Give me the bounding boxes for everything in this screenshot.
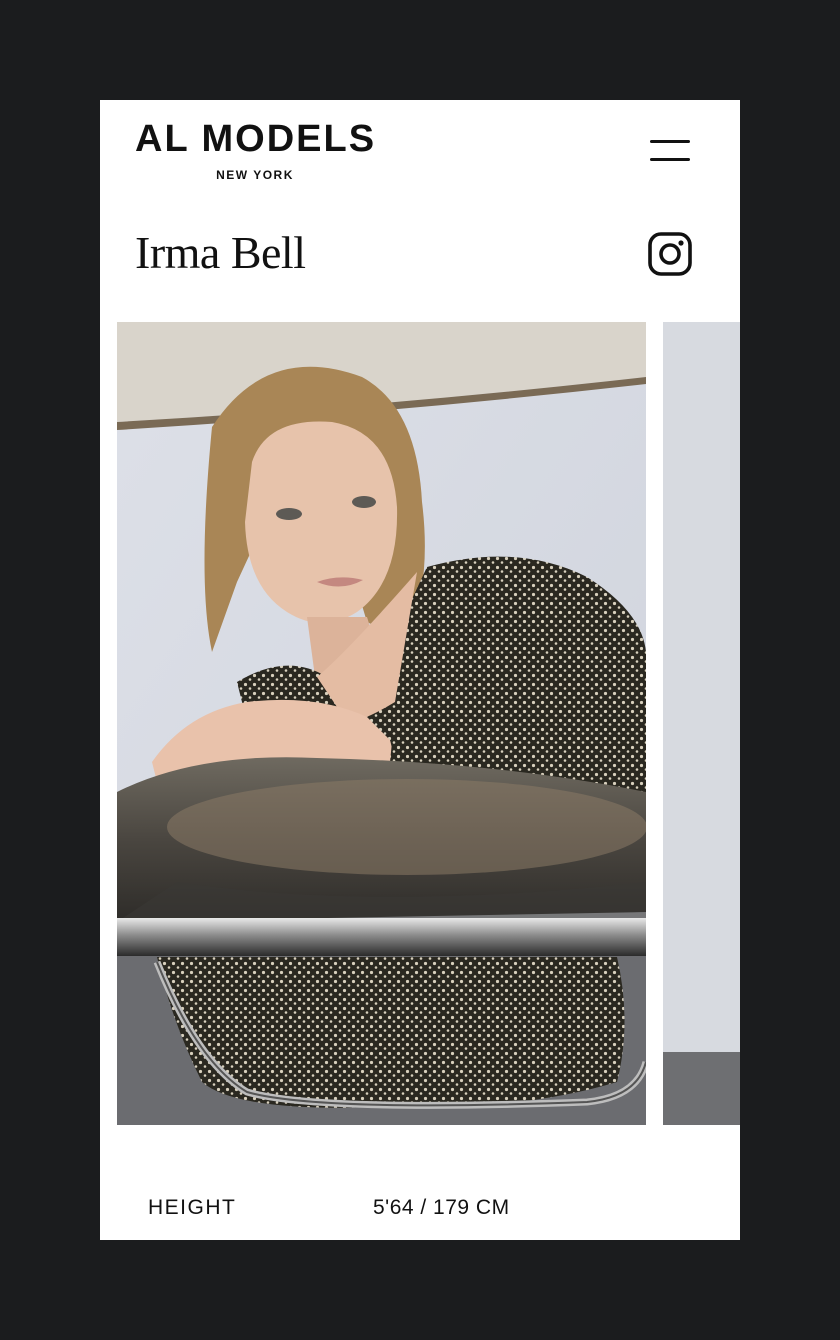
stat-height-value: 5'64 / 179 CM	[373, 1196, 510, 1219]
carousel-photo-next[interactable]	[663, 322, 740, 1125]
instagram-icon[interactable]	[648, 232, 692, 276]
phone-screen: AL MODELS NEW YORK Irma Bell HEIGHT 5'64…	[100, 100, 740, 1240]
brand-name: AL MODELS	[135, 118, 377, 160]
next-photo-preview	[663, 322, 740, 1125]
carousel-photo-main[interactable]	[117, 322, 646, 1125]
brand-city: NEW YORK	[216, 168, 294, 182]
hamburger-menu-icon[interactable]	[648, 138, 692, 166]
portrait-photo	[117, 322, 646, 1125]
model-name: Irma Bell	[135, 227, 306, 278]
brand-logo[interactable]: AL MODELS NEW YORK	[135, 118, 375, 182]
stat-height-label: HEIGHT	[148, 1196, 237, 1219]
